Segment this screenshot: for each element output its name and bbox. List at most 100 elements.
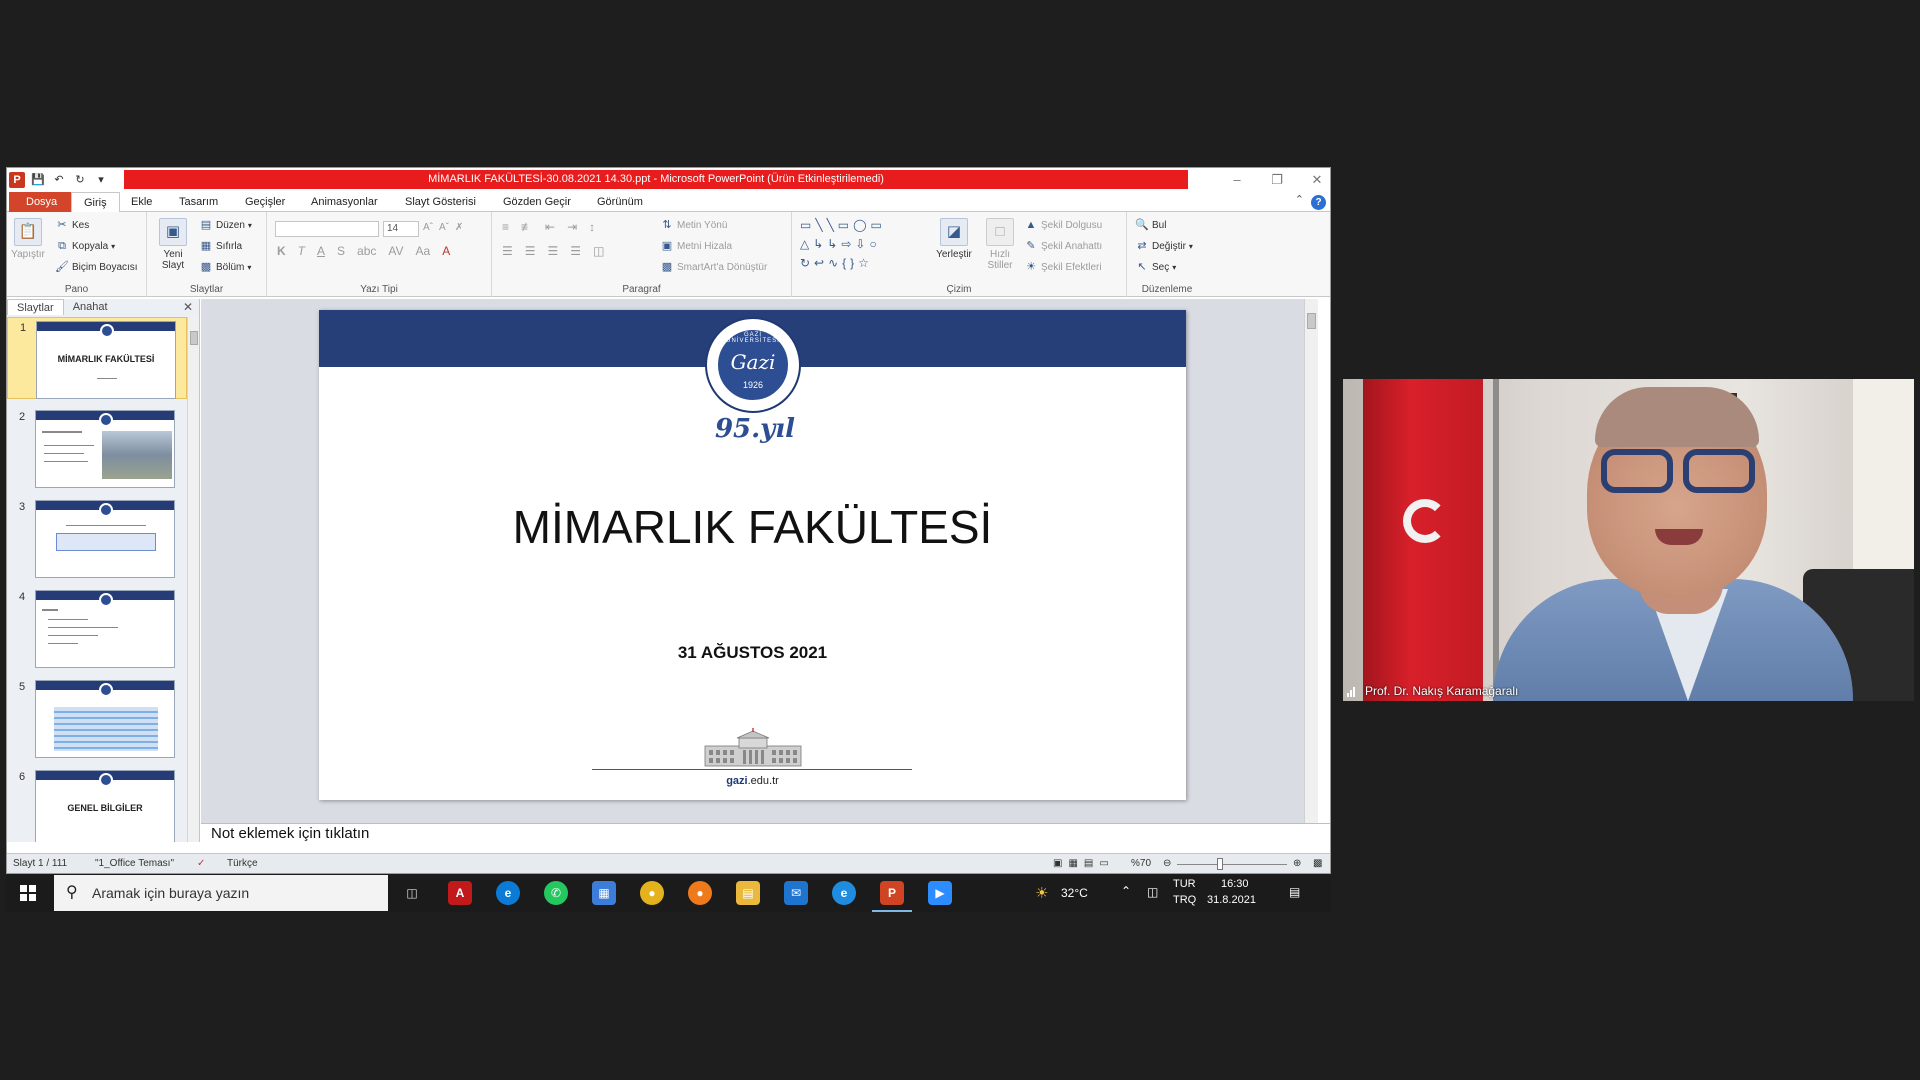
font-name-box[interactable] [275, 221, 379, 237]
minimize-icon[interactable]: – [1228, 170, 1246, 189]
mail-icon[interactable]: ✉ [784, 881, 808, 905]
cut-button[interactable]: ✂ Kes [55, 218, 89, 232]
strikethrough-icon[interactable]: abc [357, 244, 376, 258]
thumbnail-slide-3[interactable]: 3 [7, 497, 187, 579]
spellcheck-icon[interactable]: ✓ [197, 858, 205, 869]
tab-file[interactable]: Dosya [9, 192, 75, 212]
change-case-icon[interactable]: Aa [416, 244, 431, 258]
collapse-ribbon-icon[interactable]: ⌃ [1295, 193, 1304, 206]
acrobat-icon[interactable]: A [448, 881, 472, 905]
windows-start-icon[interactable] [20, 885, 36, 901]
powerpoint-logo-icon[interactable]: P [9, 172, 25, 188]
customize-qat-icon[interactable]: ▾ [93, 172, 109, 188]
task-view-icon[interactable]: ◫ [400, 881, 424, 905]
align-text-button[interactable]: ▣ Metni Hizala [660, 239, 732, 253]
font-color-icon[interactable]: A [442, 244, 450, 258]
clear-format-icon[interactable]: ✗ [455, 222, 463, 233]
store-icon[interactable]: ▦ [592, 881, 616, 905]
copy-button[interactable]: ⧉ Kopyala ▾ [55, 239, 115, 253]
shapes-gallery[interactable]: ▭╲╲▭◯▭ △↳↳⇨⇩○ ↻↩∿{}☆ [800, 216, 920, 276]
slide-title[interactable]: MİMARLIK FAKÜLTESİ [319, 500, 1186, 554]
tab-transitions[interactable]: Geçişler [233, 192, 297, 212]
tab-view[interactable]: Görünüm [585, 192, 655, 212]
text-direction-button[interactable]: ⇅ Metin Yönü [660, 218, 727, 232]
shrink-font-icon[interactable]: Aˇ [439, 222, 449, 233]
close-pane-icon[interactable]: ✕ [183, 299, 193, 315]
zoom-slider[interactable] [1177, 864, 1287, 865]
zoom-in-icon[interactable]: ⊕ [1293, 858, 1301, 869]
underline-icon[interactable]: A [317, 244, 325, 258]
line-spacing-icon[interactable]: ↕ [589, 220, 595, 234]
thumbnail-slide-6[interactable]: 6 GENEL BİLGİLER [7, 767, 187, 842]
file-explorer-icon[interactable]: ▤ [736, 881, 760, 905]
clock-date[interactable]: 31.8.2021 [1207, 894, 1256, 906]
zoom-level[interactable]: %70 [1131, 858, 1151, 869]
theme-name[interactable]: "1_Office Teması" [95, 858, 174, 869]
view-buttons[interactable]: ▣▦▤▭ [1053, 858, 1115, 869]
thumbnail-slide-4[interactable]: 4 [7, 587, 187, 669]
reset-button[interactable]: ▦ Sıfırla [199, 239, 242, 253]
network-icon[interactable]: ◫ [1147, 885, 1158, 899]
language[interactable]: Türkçe [227, 858, 258, 869]
zoom-slider-handle[interactable] [1217, 858, 1223, 870]
paste-button[interactable]: 📋 Yapıştır [11, 218, 45, 260]
shape-fill-button[interactable]: ▲ Şekil Dolgusu [1024, 218, 1103, 232]
justify-icon[interactable]: ☰ [570, 244, 581, 258]
new-slide-button[interactable]: ▣ Yeni Slayt [155, 218, 191, 271]
undo-icon[interactable]: ↶ [51, 172, 67, 188]
columns-icon[interactable]: ◫ [593, 244, 604, 258]
fit-to-window-icon[interactable]: ▩ [1313, 858, 1322, 869]
increase-indent-icon[interactable]: ⇥ [567, 220, 577, 234]
select-button[interactable]: ↖ Seç ▾ [1135, 260, 1176, 274]
tab-design[interactable]: Tasarım [167, 192, 230, 212]
shape-outline-button[interactable]: ✎ Şekil Anahattı [1024, 239, 1102, 253]
quick-styles-button[interactable]: □ Hızlı Stiller [982, 218, 1018, 271]
bullets-icon[interactable]: ≡ [502, 220, 509, 234]
notifications-icon[interactable]: ▤ [1289, 885, 1300, 899]
bold-icon[interactable]: K [277, 244, 286, 258]
help-icon[interactable]: ? [1311, 195, 1326, 210]
shadow-icon[interactable]: S [337, 244, 345, 258]
redo-icon[interactable]: ↻ [72, 172, 88, 188]
powerpoint-taskbar-icon[interactable]: P [872, 881, 912, 912]
slide-scrollbar[interactable] [1304, 299, 1318, 823]
edge-icon[interactable]: e [496, 881, 520, 905]
char-spacing-icon[interactable]: AV [388, 244, 403, 258]
find-button[interactable]: 🔍 Bul [1135, 218, 1166, 232]
restore-icon[interactable]: ❐ [1268, 170, 1286, 189]
tab-insert[interactable]: Ekle [119, 192, 164, 212]
whatsapp-icon[interactable]: ✆ [544, 881, 568, 905]
tab-outline[interactable]: Anahat [64, 299, 117, 315]
tab-review[interactable]: Gözden Geçir [491, 192, 583, 212]
zoom-app-icon[interactable]: ▶ [928, 881, 952, 905]
current-slide[interactable]: GAZİ ÜNİVERSİTESİ Gazi 1926 95.yıl MİMAR… [319, 310, 1186, 800]
participant-video[interactable]: Prof. Dr. Nakış Karamağaralı [1343, 379, 1914, 701]
thumbnail-slide-1[interactable]: 1 MİMARLIK FAKÜLTESİ [7, 317, 187, 399]
firefox-icon[interactable]: ● [688, 881, 712, 905]
shape-effects-button[interactable]: ☀ Şekil Efektleri [1024, 260, 1102, 274]
tab-slide-show[interactable]: Slayt Gösterisi [393, 192, 488, 212]
grow-font-icon[interactable]: Aˆ [423, 222, 433, 233]
weather-temperature[interactable]: 32°C [1061, 886, 1088, 900]
replace-button[interactable]: ⇄ Değiştir ▾ [1135, 239, 1193, 253]
smartart-button[interactable]: ▩ SmartArt'a Dönüştür [660, 260, 767, 274]
thumbnail-slide-2[interactable]: 2 [7, 407, 187, 489]
taskbar-search[interactable]: ⚲ Aramak için buraya yazın [54, 875, 388, 911]
tab-home[interactable]: Giriş [71, 192, 120, 213]
zoom-out-icon[interactable]: ⊖ [1163, 858, 1171, 869]
tray-chevron-icon[interactable]: ⌃ [1121, 884, 1131, 898]
font-size-box[interactable]: 14 [383, 221, 419, 237]
weather-icon[interactable]: ☀ [1035, 884, 1048, 902]
numbering-icon[interactable]: ≢ [521, 220, 533, 234]
clock-time[interactable]: 16:30 [1221, 878, 1249, 890]
close-icon[interactable]: ✕ [1308, 170, 1326, 189]
decrease-indent-icon[interactable]: ⇤ [545, 220, 555, 234]
align-left-icon[interactable]: ☰ [502, 244, 513, 258]
align-right-icon[interactable]: ☰ [548, 244, 559, 258]
input-language[interactable]: TUR [1173, 878, 1196, 890]
save-icon[interactable]: 💾 [30, 172, 46, 188]
layout-button[interactable]: ▤ Düzen ▾ [199, 218, 252, 232]
italic-icon[interactable]: T [298, 244, 305, 258]
thumbnail-slide-5[interactable]: 5 [7, 677, 187, 759]
section-button[interactable]: ▩ Bölüm ▾ [199, 260, 252, 274]
